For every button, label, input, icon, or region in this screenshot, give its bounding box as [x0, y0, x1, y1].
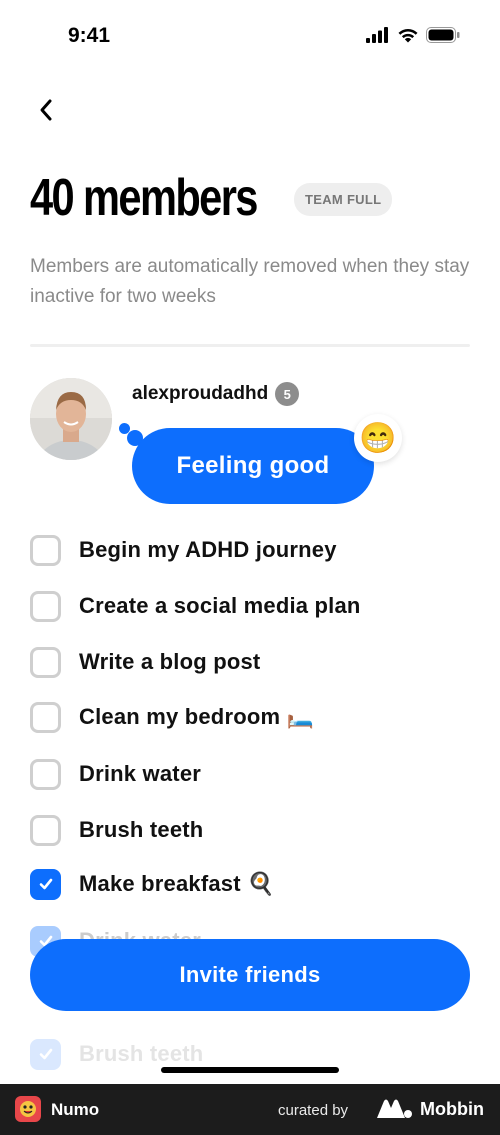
- numo-logo-icon: [20, 1101, 36, 1117]
- invite-friends-button[interactable]: Invite friends: [30, 939, 470, 1011]
- streak-badge: 5: [275, 382, 300, 406]
- battery-icon: [426, 27, 460, 43]
- checkbox[interactable]: [30, 646, 61, 678]
- task-item[interactable]: Drink water: [30, 746, 470, 802]
- footer-bar: Numo curated by Mobbin: [0, 1084, 500, 1135]
- task-label: Brush teeth: [79, 817, 204, 842]
- task-item[interactable]: Write a blog post: [30, 634, 470, 690]
- status-time: 9:41: [68, 24, 111, 47]
- task-item[interactable]: Clean my bedroom 🛏️: [30, 689, 470, 745]
- page-title: 40 members: [30, 169, 258, 227]
- title-row: 40 members: [30, 168, 330, 228]
- app-name: Numo: [51, 1100, 100, 1119]
- checkbox[interactable]: [30, 758, 61, 790]
- status-bubble[interactable]: Feeling good: [132, 428, 374, 504]
- task-item[interactable]: Begin my ADHD journey: [30, 522, 470, 578]
- checkbox[interactable]: [30, 534, 61, 566]
- page-subtitle: Members are automatically removed when t…: [30, 256, 470, 307]
- curated-by-label: curated by: [278, 1102, 349, 1119]
- home-indicator: [161, 1067, 339, 1073]
- invite-friends-label: Invite friends: [179, 962, 321, 987]
- wifi-icon: [398, 28, 418, 43]
- chevron-left-icon: [40, 99, 52, 121]
- task-item[interactable]: Create a social media plan: [30, 578, 470, 634]
- status-text: Feeling good: [176, 452, 330, 479]
- task-label: Make breakfast 🍳: [79, 871, 275, 896]
- cellular-signal-icon: [366, 27, 388, 43]
- checkbox-checked[interactable]: [30, 1038, 61, 1070]
- mobbin-logo-icon: [377, 1099, 412, 1118]
- app-icon: [15, 1096, 41, 1122]
- task-item[interactable]: Brush teeth: [30, 802, 470, 858]
- username[interactable]: alexproudadhd: [132, 383, 268, 405]
- checkbox[interactable]: [30, 590, 61, 622]
- task-label: Clean my bedroom 🛏️: [79, 704, 315, 729]
- team-full-badge: TEAM FULL: [294, 183, 393, 216]
- checkmark-icon: [39, 1048, 52, 1060]
- checkbox[interactable]: [30, 701, 61, 733]
- task-item[interactable]: Make breakfast 🍳: [30, 856, 470, 912]
- status-bar: 9:41: [0, 0, 500, 74]
- back-button[interactable]: [28, 92, 64, 128]
- status-emoji[interactable]: 😁: [354, 414, 402, 462]
- checkbox[interactable]: [30, 814, 61, 846]
- mobbin-brand: Mobbin: [420, 1099, 484, 1119]
- divider: [30, 344, 470, 347]
- username-row: alexproudadhd 5: [132, 382, 300, 406]
- task-item[interactable]: Brush teeth: [30, 1026, 470, 1082]
- status-icons: [366, 27, 460, 43]
- task-label: Brush teeth: [79, 1041, 204, 1066]
- task-label: Begin my ADHD journey: [79, 537, 337, 562]
- task-label: Create a social media plan: [79, 593, 361, 618]
- checkmark-icon: [39, 878, 52, 890]
- checkbox-checked[interactable]: [30, 868, 61, 900]
- avatar-photo: [30, 378, 112, 460]
- task-label: Drink water: [79, 761, 202, 786]
- avatar[interactable]: [30, 378, 112, 460]
- task-label: Write a blog post: [79, 649, 261, 674]
